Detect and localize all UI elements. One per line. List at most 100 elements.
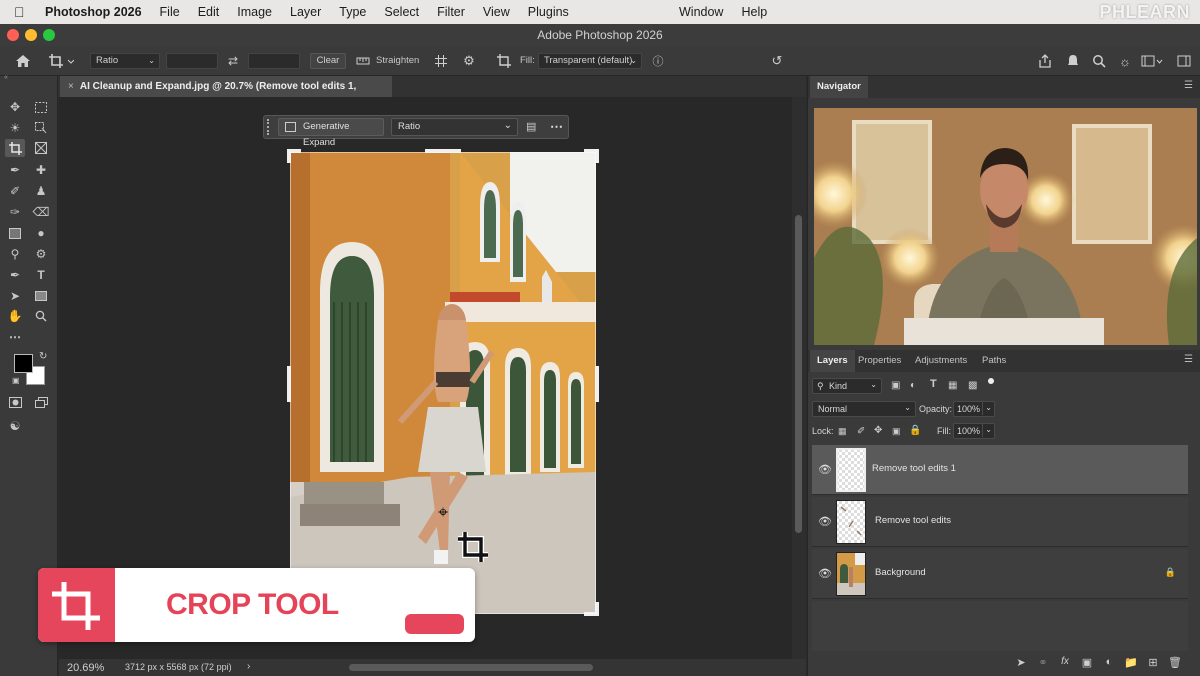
panels-icon[interactable] [1174, 51, 1194, 71]
default-colors-icon[interactable]: ▣ [12, 376, 20, 385]
tab-adjustments[interactable]: Adjustments [908, 350, 974, 372]
gradient-tool-icon[interactable] [5, 224, 25, 242]
lock-all-icon[interactable]: 🔒 [909, 425, 921, 436]
zoom-tool-icon[interactable] [31, 307, 51, 325]
zoom-level[interactable]: 20.69% [67, 662, 104, 674]
quick-mask-icon[interactable] [5, 393, 25, 411]
straighten-button[interactable]: Straighten [376, 55, 419, 66]
crop-handle-left[interactable] [287, 366, 291, 402]
menu-select[interactable]: Select [375, 5, 428, 19]
delete-layer-icon[interactable]: 🗑 [1168, 656, 1182, 670]
crop-width-input[interactable] [166, 53, 218, 69]
crop-height-input[interactable] [248, 53, 300, 69]
blur-tool-icon[interactable]: ● [31, 224, 51, 242]
layer-mask-icon[interactable]: ▣ [1080, 656, 1094, 670]
info-icon[interactable]: ⓘ [650, 51, 666, 71]
eye-icon[interactable]: 👁 [818, 567, 832, 580]
hand-tool-icon[interactable]: ✋ [5, 307, 25, 325]
rectangle-tool-icon[interactable] [31, 287, 51, 305]
brush-tool-icon[interactable]: ✐ [5, 182, 25, 200]
filter-toggle-icon[interactable] [988, 378, 994, 384]
layer-filter-dropdown[interactable]: ⚲ Kind ⌄ [812, 378, 882, 394]
minimize-window-button[interactable] [25, 29, 37, 41]
filter-adjustment-icon[interactable]: ◐ [910, 380, 916, 391]
more-options-icon[interactable]: ⋯ [550, 119, 563, 135]
generative-expand-button[interactable]: Generative Expand [278, 118, 384, 148]
foreground-color-swatch-top[interactable] [14, 354, 33, 373]
straighten-icon[interactable] [356, 51, 370, 71]
ratio-dropdown[interactable]: Ratio ⌄ [90, 53, 160, 69]
opacity-input[interactable]: 100% ⌄ [953, 401, 995, 417]
menu-type[interactable]: Type [330, 5, 375, 19]
vertical-scrollbar[interactable] [792, 97, 806, 659]
edit-toolbar-icon[interactable]: ☯ [5, 417, 25, 435]
sponge-tool-icon[interactable]: ⚙ [31, 245, 51, 263]
search-icon[interactable] [1090, 51, 1108, 71]
clear-button[interactable]: Clear [310, 53, 346, 69]
dodge-tool-icon[interactable]: ⚲ [5, 245, 25, 263]
chevron-down-icon[interactable]: ⌄ [982, 423, 992, 437]
document-tab[interactable]: × AI Cleanup and Expand.jpg @ 20.7% (Remo… [60, 76, 392, 113]
menu-app-name[interactable]: Photoshop 2026 [36, 5, 151, 19]
layer-row-remove-tool-edits[interactable]: 👁 Remove tool edits [812, 497, 1188, 547]
tab-navigator[interactable]: Navigator [810, 76, 868, 98]
eye-icon[interactable]: 👁 [818, 463, 832, 476]
layer-name[interactable]: Remove tool edits [875, 515, 951, 526]
menu-view[interactable]: View [474, 5, 519, 19]
spot-healing-tool-icon[interactable]: ✚ [31, 161, 51, 179]
home-icon[interactable] [12, 51, 34, 71]
zoom-window-button[interactable] [43, 29, 55, 41]
frame-tool-icon[interactable] [31, 139, 51, 157]
navigator-preview[interactable] [814, 108, 1197, 345]
content-aware-crop-icon[interactable] [494, 51, 514, 71]
collapse-arrows-icon[interactable]: « [4, 74, 8, 81]
filter-smart-object-icon[interactable]: ▩ [968, 380, 977, 391]
menu-layer[interactable]: Layer [281, 5, 330, 19]
drag-handle-icon[interactable] [267, 119, 270, 135]
vertical-scroll-thumb[interactable] [795, 215, 802, 533]
menu-help[interactable]: Help [732, 5, 776, 19]
layer-row-background[interactable]: 👁 Background 🔒 [812, 549, 1188, 599]
layer-name[interactable]: Background [875, 567, 926, 578]
filter-pixel-icon[interactable]: ▣ [891, 380, 900, 391]
crop-handle-right[interactable] [595, 366, 599, 402]
swap-colors-icon[interactable]: ↻ [39, 351, 47, 362]
lock-artboard-icon[interactable]: ▣ [892, 426, 901, 437]
menu-edit[interactable]: Edit [189, 5, 229, 19]
link-layers-icon[interactable]: ⚭ [1036, 656, 1050, 670]
share-layer-icon[interactable]: ➤ [1014, 656, 1028, 670]
swap-icon[interactable]: ⇄ [224, 51, 242, 71]
tab-layers[interactable]: Layers [810, 350, 855, 372]
type-tool-icon[interactable]: T [31, 266, 51, 284]
move-tool-icon[interactable]: ✥ [5, 98, 25, 116]
marquee-tool-icon[interactable] [31, 98, 51, 116]
fill-dropdown[interactable]: Transparent (default) ⌄ [538, 53, 642, 69]
menu-plugins[interactable]: Plugins [519, 5, 578, 19]
gear-icon[interactable]: ⚙ [460, 51, 478, 71]
layers-empty-area[interactable] [812, 601, 1188, 651]
crop-tool-icon[interactable] [5, 139, 25, 157]
tab-properties[interactable]: Properties [851, 350, 908, 372]
chevron-down-icon[interactable]: ⌄ [982, 401, 992, 415]
overlay-grid-icon[interactable] [432, 51, 450, 71]
lasso-select-tool-icon[interactable] [31, 119, 51, 137]
screen-mode-icon[interactable] [31, 393, 51, 411]
path-selection-tool-icon[interactable]: ➤ [5, 287, 25, 305]
layer-row-remove-tool-edits-1[interactable]: 👁 Remove tool edits 1 [812, 445, 1188, 495]
tab-paths[interactable]: Paths [975, 350, 1013, 372]
share-icon[interactable] [1036, 51, 1054, 71]
new-layer-icon[interactable]: ⊞ [1146, 656, 1160, 670]
workspace-icon[interactable] [1140, 51, 1164, 71]
bell-icon[interactable] [1064, 51, 1082, 71]
menu-window[interactable]: Window [670, 5, 732, 19]
context-ratio-dropdown[interactable]: Ratio ⌄ [391, 118, 518, 136]
menu-file[interactable]: File [151, 5, 189, 19]
crop-handle-top-right-v[interactable] [595, 149, 599, 163]
chevron-right-icon[interactable]: › [247, 661, 250, 672]
crop-handle-bottom-right-v[interactable] [595, 602, 599, 616]
horizontal-scroll-thumb[interactable] [349, 664, 593, 671]
close-window-button[interactable] [7, 29, 19, 41]
object-selection-tool-icon[interactable]: ☀ [5, 119, 25, 137]
lock-pixels-icon[interactable]: ✐ [857, 426, 865, 437]
document-image[interactable]: ⌖ [290, 152, 596, 614]
